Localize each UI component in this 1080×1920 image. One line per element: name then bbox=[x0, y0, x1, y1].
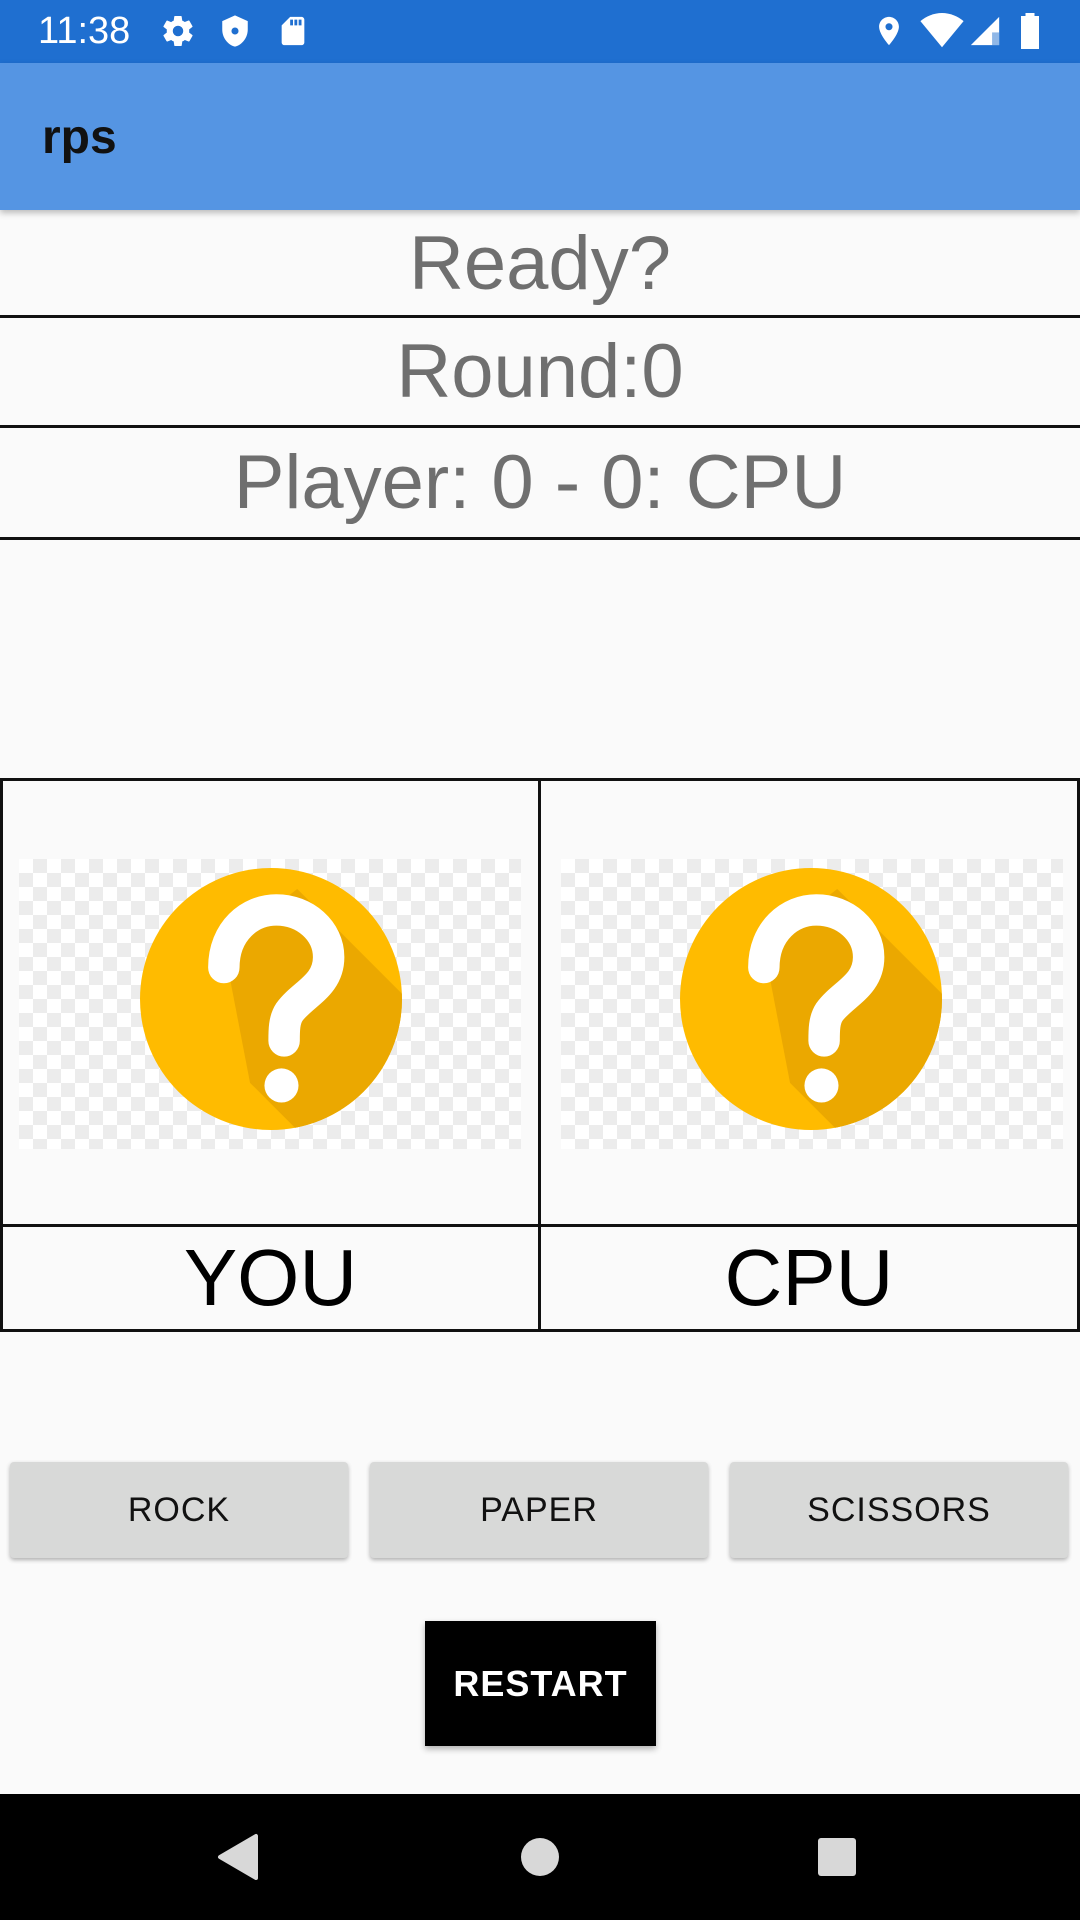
question-mark-icon bbox=[680, 868, 942, 1130]
game-status-text: Ready? bbox=[0, 211, 1080, 318]
round-counter: Round:0 bbox=[0, 318, 1080, 428]
battery-icon bbox=[1018, 13, 1042, 54]
player-choice-image bbox=[0, 778, 541, 1227]
app-title: rps bbox=[42, 111, 117, 164]
settings-gear-icon bbox=[160, 13, 196, 54]
location-icon bbox=[872, 13, 906, 54]
score-display: Player: 0 - 0: CPU bbox=[0, 428, 1080, 540]
app-bar: rps bbox=[0, 63, 1080, 210]
recents-icon[interactable] bbox=[817, 1837, 857, 1877]
scissors-button[interactable]: SCISSORS bbox=[730, 1462, 1068, 1558]
rock-button[interactable]: ROCK bbox=[10, 1462, 348, 1558]
player-label: YOU bbox=[0, 1224, 541, 1332]
shield-icon bbox=[218, 13, 252, 54]
signal-icon bbox=[968, 13, 1002, 54]
navigation-bar bbox=[0, 1794, 1080, 1920]
home-icon[interactable] bbox=[520, 1837, 560, 1877]
cpu-label: CPU bbox=[538, 1224, 1080, 1332]
status-time: 11:38 bbox=[38, 10, 131, 52]
status-bar: 11:38 bbox=[0, 0, 1080, 63]
question-mark-icon bbox=[140, 868, 402, 1130]
wifi-icon bbox=[920, 13, 964, 54]
paper-button[interactable]: PAPER bbox=[370, 1462, 708, 1558]
back-icon[interactable] bbox=[216, 1832, 260, 1882]
cpu-choice-image bbox=[538, 778, 1080, 1227]
sd-card-icon bbox=[276, 13, 310, 54]
restart-button[interactable]: RESTART bbox=[425, 1621, 656, 1746]
